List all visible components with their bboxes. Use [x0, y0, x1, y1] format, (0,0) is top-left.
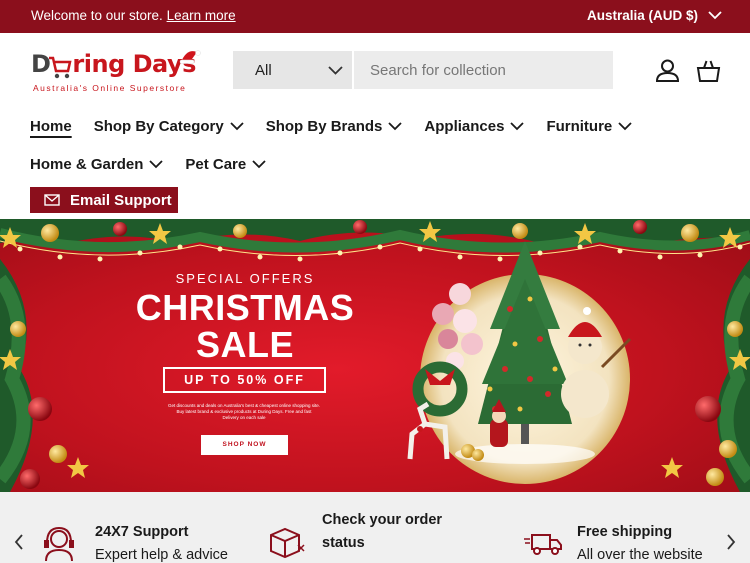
- package-icon: [270, 527, 305, 559]
- nav-item-shop-by-brands[interactable]: Shop By Brands: [266, 118, 403, 135]
- chevron-down-icon: [708, 11, 722, 20]
- christmas-decorations-image: [0, 219, 750, 492]
- chevron-down-icon: [618, 121, 632, 130]
- region-label: Australia (AUD $): [586, 8, 698, 23]
- mail-icon: [44, 194, 60, 206]
- chevron-down-icon: [328, 65, 343, 75]
- feature-title: 24X7 Support: [95, 524, 189, 540]
- email-support-button[interactable]: Email Support: [30, 187, 178, 213]
- feature-subtitle: status: [322, 535, 365, 551]
- category-select[interactable]: All: [233, 51, 352, 89]
- nav-item-home[interactable]: Home: [30, 118, 72, 135]
- christmas-sale-banner[interactable]: SPECIAL OFFERS CHRISTMAS SALE UP TO 50% …: [0, 219, 750, 492]
- nav-row-2: Home & Garden Pet Care: [30, 152, 288, 176]
- search-input[interactable]: [354, 51, 613, 89]
- chevron-down-icon: [230, 121, 244, 130]
- logo-tagline: Australia's Online Superstore: [33, 83, 187, 93]
- site-logo[interactable]: Dring Days Australia's Online Superstore: [31, 50, 201, 100]
- nav-item-shop-by-category[interactable]: Shop By Category: [94, 118, 244, 135]
- feature-subtitle: All over the website: [577, 547, 703, 563]
- banner-description: Get discounts and deals on Australia's b…: [168, 403, 320, 420]
- chevron-left-icon[interactable]: [14, 534, 24, 550]
- chevron-down-icon: [388, 121, 403, 130]
- feature-subtitle: Expert help & advice: [95, 547, 228, 563]
- category-select-value: All: [255, 61, 272, 79]
- site-header: Dring Days Australia's Online Superstore…: [0, 33, 750, 105]
- headset-icon: [44, 526, 74, 561]
- banner-title: CHRISTMAS SALE: [135, 287, 355, 365]
- santa-hat-icon: [179, 50, 201, 64]
- main-navigation: Home Shop By Category Shop By Brands App…: [30, 114, 730, 173]
- nav-item-home-garden[interactable]: Home & Garden: [30, 156, 163, 173]
- cart-icon[interactable]: [696, 59, 721, 83]
- chevron-down-icon: [149, 159, 163, 168]
- welcome-message: Welcome to our store. Learn more: [31, 8, 236, 23]
- nav-item-appliances[interactable]: Appliances: [424, 118, 525, 135]
- search-bar: All: [233, 51, 613, 89]
- features-strip: 24X7 Support Expert help & advice Check …: [0, 492, 750, 563]
- nav-item-furniture[interactable]: Furniture: [546, 118, 632, 135]
- feature-title: Check your order: [322, 512, 443, 528]
- chevron-right-icon[interactable]: [726, 534, 736, 550]
- feature-title: Free shipping: [577, 524, 673, 540]
- announcement-bar: Welcome to our store. Learn more Austral…: [0, 0, 750, 33]
- account-icon[interactable]: [655, 59, 680, 83]
- nav-item-pet-care[interactable]: Pet Care: [185, 156, 266, 173]
- chevron-down-icon: [510, 121, 525, 130]
- shop-now-button[interactable]: SHOP NOW: [201, 435, 288, 455]
- welcome-text: Welcome to our store.: [31, 8, 163, 23]
- email-support-label: Email Support: [70, 191, 172, 209]
- learn-more-link[interactable]: Learn more: [167, 8, 236, 23]
- nav-row-1: Home Shop By Category Shop By Brands App…: [30, 114, 730, 138]
- banner-eyebrow: SPECIAL OFFERS: [175, 271, 315, 286]
- region-selector[interactable]: Australia (AUD $): [587, 8, 722, 23]
- chevron-down-icon: [252, 159, 266, 168]
- cart-logo-icon: [49, 56, 72, 79]
- banner-discount: UP TO 50% OFF: [163, 367, 326, 393]
- truck-icon: [524, 534, 562, 555]
